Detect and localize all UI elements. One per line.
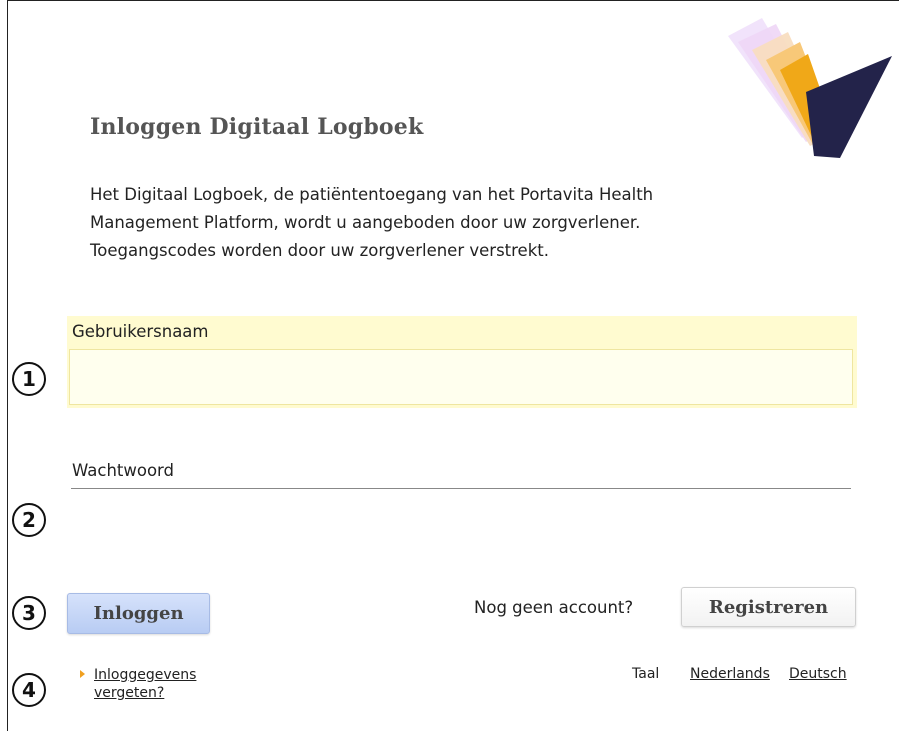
- step-marker-4: 4: [12, 673, 46, 707]
- intro-line: Management Platform, wordt u aangeboden …: [90, 213, 641, 232]
- frame-left-border: [7, 0, 8, 731]
- password-label: Wachtwoord: [72, 461, 175, 480]
- username-label: Gebruikersnaam: [72, 322, 209, 341]
- step-marker-2: 2: [12, 503, 46, 537]
- step-marker-3: 3: [12, 596, 46, 630]
- intro-line: Toegangscodes worden door uw zorgverlene…: [90, 241, 549, 260]
- forgot-link-line2: vergeten?: [94, 685, 165, 701]
- language-nederlands-link[interactable]: Nederlands: [690, 666, 770, 682]
- intro-text: Het Digitaal Logboek, de patiëntentoegan…: [90, 181, 810, 265]
- frame-top-border: [7, 0, 899, 1]
- register-button[interactable]: Registreren: [681, 587, 856, 627]
- arrow-right-icon: [80, 670, 85, 678]
- forgot-link-line1: Inloggegevens: [94, 667, 197, 683]
- step-marker-1: 1: [12, 362, 46, 396]
- logbook-logo-icon: [728, 18, 892, 158]
- username-field-group: Gebruikersnaam: [67, 316, 857, 408]
- intro-line: Het Digitaal Logboek, de patiëntentoegan…: [90, 185, 654, 204]
- forgot-credentials-link[interactable]: Inloggegevens vergeten?: [94, 666, 234, 702]
- language-deutsch-link[interactable]: Deutsch: [789, 666, 847, 682]
- password-input[interactable]: [71, 488, 851, 530]
- login-button[interactable]: Inloggen: [67, 593, 210, 634]
- language-label: Taal: [632, 666, 660, 682]
- page-title: Inloggen Digitaal Logboek: [90, 114, 424, 140]
- no-account-prompt: Nog geen account?: [474, 598, 634, 617]
- username-input[interactable]: [69, 349, 853, 405]
